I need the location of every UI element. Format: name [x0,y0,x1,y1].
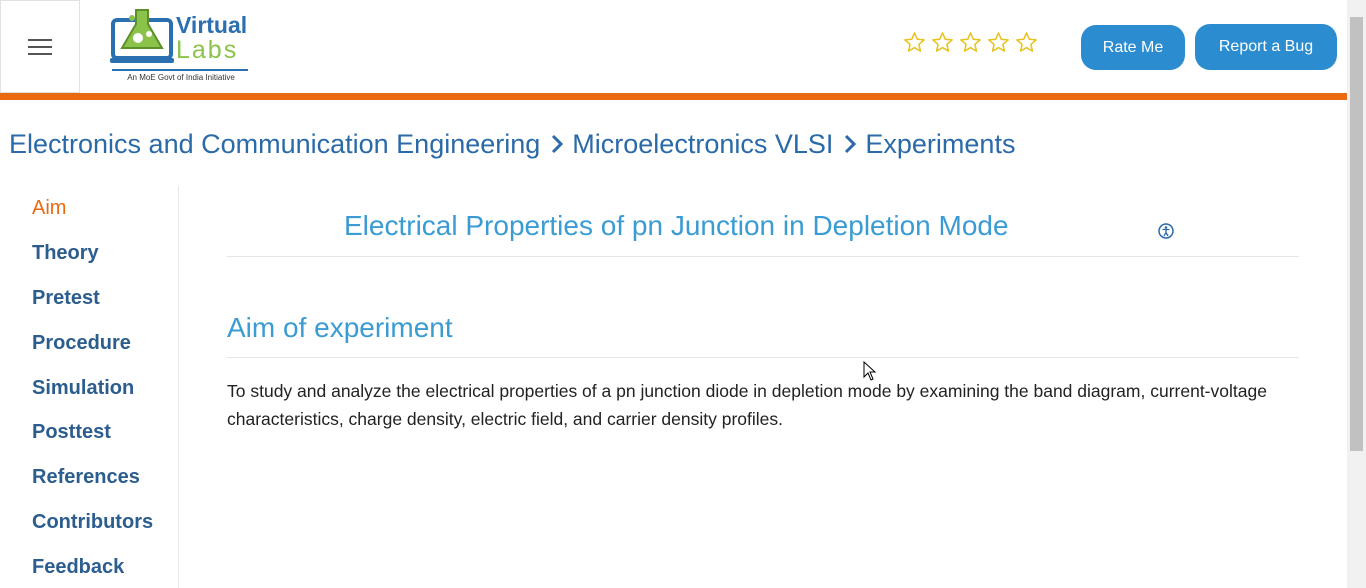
logo-divider [112,69,248,71]
star-icon[interactable] [903,31,926,54]
breadcrumb-item-lab[interactable]: Microelectronics VLSI [572,129,833,160]
mouse-cursor-icon [863,361,877,381]
logo-flask-icon [110,9,174,63]
header-accent-bar [0,93,1347,100]
section-title: Aim of experiment [227,312,453,343]
sidebar-nav: Aim Theory Pretest Procedure Simulation … [0,186,179,588]
top-header: Virtual Labs An MoE Govt of India Initia… [0,0,1347,93]
logo-text-virtual: Virtual [176,12,248,38]
sidebar-item-theory[interactable]: Theory [32,242,99,265]
experiment-title: Electrical Properties of pn Junction in … [344,210,1009,241]
star-icon[interactable] [959,31,982,54]
report-bug-button[interactable]: Report a Bug [1195,24,1337,70]
sidebar-item-pretest[interactable]: Pretest [32,287,100,310]
hamburger-menu-button[interactable] [0,0,80,93]
star-icon[interactable] [1015,31,1038,54]
aim-description: To study and analyze the electrical prop… [227,381,1267,429]
sidebar-item-contributors[interactable]: Contributors [32,511,153,534]
vertical-scrollbar[interactable] [1347,0,1366,588]
sidebar-item-aim[interactable]: Aim [32,197,66,220]
breadcrumb-item-discipline[interactable]: Electronics and Communication Engineerin… [9,129,540,160]
scrollbar-thumb[interactable] [1350,17,1363,451]
star-icon[interactable] [987,31,1010,54]
rating-stars[interactable] [903,31,1038,54]
chevron-right-icon [845,134,857,154]
sidebar-item-feedback[interactable]: Feedback [32,556,124,579]
virtual-labs-logo[interactable]: Virtual Labs An MoE Govt of India Initia… [110,8,252,86]
hamburger-icon [28,34,52,60]
logo-caption: An MoE Govt of India Initiative [127,73,235,82]
section-divider [227,357,1299,358]
sidebar-item-simulation[interactable]: Simulation [32,377,134,400]
logo-text-labs: Labs [176,36,239,64]
rate-me-button[interactable]: Rate Me [1081,25,1185,70]
chevron-right-icon [552,134,564,154]
title-divider [227,256,1299,257]
sidebar-item-procedure[interactable]: Procedure [32,332,131,355]
accessibility-icon[interactable] [1158,223,1174,239]
breadcrumb-item-experiments[interactable]: Experiments [865,129,1015,160]
star-icon[interactable] [931,31,954,54]
sidebar-item-references[interactable]: References [32,466,140,489]
breadcrumb: Electronics and Communication Engineerin… [9,126,1015,162]
sidebar-item-posttest[interactable]: Posttest [32,421,111,444]
